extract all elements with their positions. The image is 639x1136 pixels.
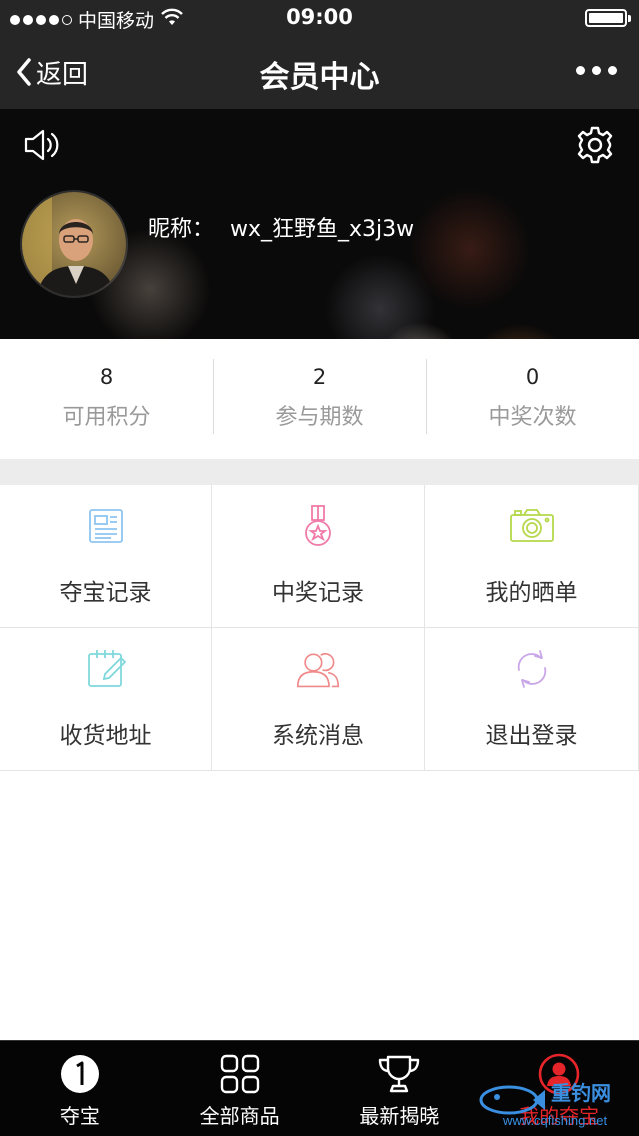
menu-item-label: 夺宝记录 (59, 580, 152, 606)
tab-treasure[interactable]: 夺宝 (0, 1041, 160, 1136)
section-divider (0, 459, 639, 485)
stat-participations[interactable]: 2 参与期数 (213, 339, 426, 459)
user-circle-icon (536, 1051, 582, 1097)
tab-my-treasure[interactable]: 我的夺宝 (479, 1041, 639, 1136)
menu-item-shipping-address[interactable]: 收货地址 (0, 628, 212, 771)
number-one-icon (57, 1051, 103, 1097)
nickname-value: wx_狂野鱼_x3j3w (230, 217, 415, 242)
menu-item-label: 退出登录 (485, 723, 578, 749)
menu-item-logout[interactable]: 退出登录 (425, 628, 639, 771)
menu-item-treasure-records[interactable]: 夺宝记录 (0, 485, 212, 628)
menu-grid: 夺宝记录 中奖记录 我的晒单 收货地址 系统消息 退出登录 (0, 485, 639, 771)
users-icon (295, 646, 341, 692)
menu-item-winning-records[interactable]: 中奖记录 (212, 485, 425, 628)
battery-icon (585, 9, 631, 27)
menu-item-my-posts[interactable]: 我的晒单 (425, 485, 639, 628)
trophy-icon (376, 1051, 422, 1097)
tab-label: 我的夺宝 (519, 1104, 600, 1128)
bottom-tab-bar: 夺宝 全部商品 最新揭晓 我的夺宝 重钓网 www.cqfishing.net (0, 1040, 639, 1136)
menu-item-system-messages[interactable]: 系统消息 (212, 628, 425, 771)
profile-banner: 昵称： wx_狂野鱼_x3j3w (0, 109, 639, 339)
status-time: 09:00 (286, 5, 353, 29)
tab-label: 夺宝 (59, 1104, 100, 1128)
page-title: 会员中心 (259, 60, 380, 95)
speaker-icon[interactable] (22, 127, 62, 167)
avatar[interactable] (20, 190, 128, 298)
stat-label: 中奖次数 (488, 405, 577, 430)
grid-icon (217, 1051, 263, 1097)
menu-item-label: 中奖记录 (272, 580, 364, 606)
refresh-icon (509, 646, 555, 692)
stat-value: 0 (525, 365, 540, 389)
nickname-label: 昵称： (148, 217, 215, 242)
status-bar: 中国移动 09:00 (0, 0, 639, 36)
tab-all-products[interactable]: 全部商品 (160, 1041, 320, 1136)
tab-label: 全部商品 (199, 1104, 280, 1128)
stat-label: 参与期数 (275, 405, 364, 430)
document-icon (83, 503, 129, 549)
stat-wins[interactable]: 0 中奖次数 (426, 339, 639, 459)
menu-item-label: 系统消息 (272, 723, 364, 749)
menu-item-label: 收货地址 (59, 723, 152, 749)
more-button[interactable] (576, 66, 617, 75)
nav-bar: 返回 会员中心 (0, 36, 639, 109)
settings-gear-icon[interactable] (575, 125, 615, 169)
camera-icon (509, 503, 555, 549)
notepad-edit-icon (83, 646, 129, 692)
nickname-row: 昵称： wx_狂野鱼_x3j3w (148, 211, 414, 243)
medal-icon (295, 503, 341, 549)
tab-latest-results[interactable]: 最新揭晓 (320, 1041, 480, 1136)
menu-item-label: 我的晒单 (485, 580, 578, 606)
stat-value: 2 (312, 365, 327, 389)
tab-label: 最新揭晓 (359, 1104, 440, 1128)
stat-label: 可用积分 (62, 405, 151, 430)
stats-row: 8 可用积分 2 参与期数 0 中奖次数 (0, 339, 639, 459)
stat-points[interactable]: 8 可用积分 (0, 339, 213, 459)
stat-value: 8 (99, 365, 114, 389)
